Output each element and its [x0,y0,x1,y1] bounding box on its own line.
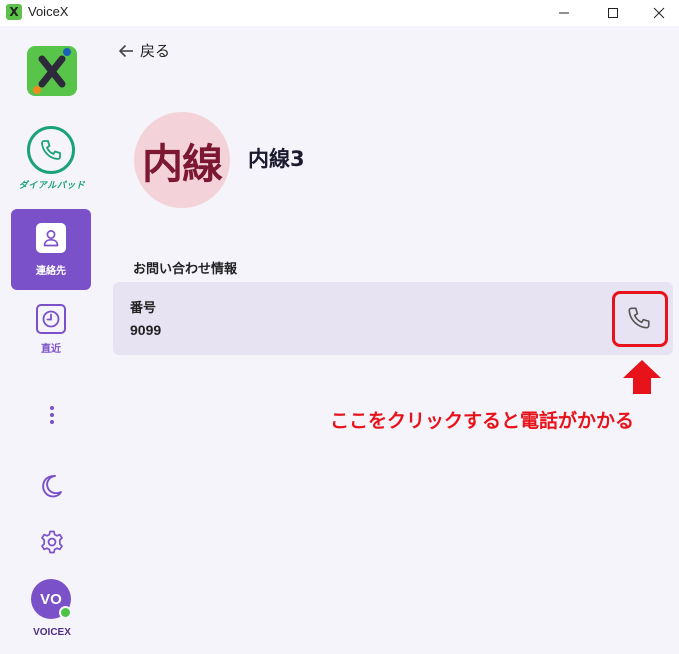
arrow-left-icon [119,44,133,57]
contact-avatar: 内線 [134,112,230,208]
annotation-text: ここをクリックすると電話がかかる [330,410,635,432]
arrow-up-icon [623,360,661,394]
nav-contacts-label: 連絡先 [36,266,66,277]
clock-icon [42,310,60,328]
dark-mode-toggle[interactable] [36,470,68,502]
more-vertical-icon [50,406,54,424]
app-logo-icon [33,48,71,94]
phone-icon [41,140,61,160]
nav-contacts[interactable]: 連絡先 [11,209,91,290]
number-field-label: 番号 [130,301,157,316]
app-logo [27,46,77,96]
more-button[interactable] [40,401,64,429]
close-icon [653,7,665,19]
nav-dialpad[interactable]: ダイアルパッド [10,122,94,194]
dialpad-circle [27,126,75,174]
call-button-highlight [612,291,668,347]
nav-recent[interactable]: 直近 [11,300,91,360]
phone-number-card: 番号 9099 [113,282,673,355]
app-logo-letter: X [9,5,19,19]
number-field-value: 9099 [130,322,162,338]
clock-icon-box [36,304,66,334]
settings-button[interactable] [36,526,68,558]
user-avatar-label: VOICEX [33,627,71,638]
gear-icon [41,530,63,554]
minimize-icon [559,12,569,14]
sidebar: ダイアルパッド 連絡先 直近 VO VOICEX [0,26,104,654]
back-button[interactable]: 戻る [118,40,170,61]
app-window: X VoiceX ダイアルパッド 連絡先 直近 VO VOICEX 戻る 内線 … [0,0,679,654]
minimize-button[interactable] [541,0,587,26]
maximize-icon [608,8,618,18]
window-title: VoiceX [28,4,69,19]
maximize-button[interactable] [590,0,636,26]
nav-dialpad-label: ダイアルパッド [18,181,86,191]
contact-info-section-title: お問い合わせ情報 [133,262,238,277]
title-bar: X VoiceX [0,0,679,26]
presence-status-indicator [59,606,72,619]
contact-detail-panel: 戻る 内線 内線3 お問い合わせ情報 番号 9099 [104,26,679,654]
close-button[interactable] [636,0,679,26]
contacts-icon-box [36,223,66,253]
nav-recent-label: 直近 [41,344,61,355]
app-logo-small-icon: X [6,4,22,20]
back-label: 戻る [140,42,171,60]
moon-icon [42,475,62,498]
person-icon [43,230,59,247]
contact-name: 内線3 [248,147,305,171]
